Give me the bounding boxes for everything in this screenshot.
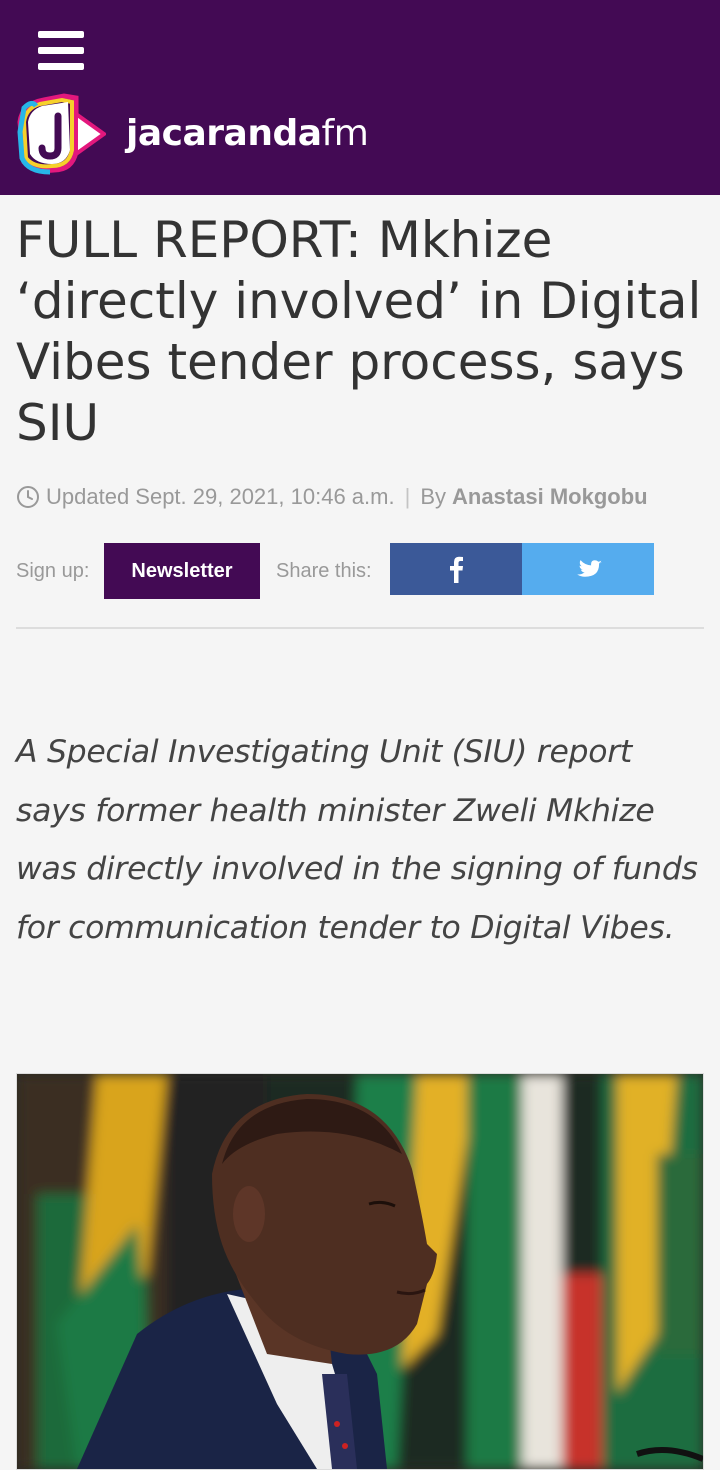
by-label: By xyxy=(420,484,446,509)
hamburger-menu-button[interactable] xyxy=(38,30,86,72)
site-logo[interactable]: jacarandafm xyxy=(14,92,369,178)
updated-date: Updated Sept. 29, 2021, 10:46 a.m. xyxy=(46,484,395,509)
share-label: Share this: xyxy=(276,560,372,582)
clock-icon xyxy=(17,486,39,508)
divider xyxy=(16,627,704,629)
site-header: jacarandafm xyxy=(0,0,720,195)
facebook-icon xyxy=(450,556,463,583)
meta-separator: | xyxy=(404,484,411,509)
newsletter-button[interactable]: Newsletter xyxy=(104,543,260,599)
share-bar: Sign up: Newsletter Share this: xyxy=(16,543,706,599)
article-photo-image xyxy=(17,1074,703,1469)
logo-wordmark-light: fm xyxy=(321,112,369,154)
article-title: FULL REPORT: Mkhize ‘directly involved’ … xyxy=(16,211,702,452)
article-meta: Updated Sept. 29, 2021, 10:46 a.m. | By … xyxy=(16,484,706,510)
author-link[interactable]: Anastasi Mokgobu xyxy=(452,484,648,510)
jacaranda-logo-icon xyxy=(17,93,106,175)
menu-bar xyxy=(38,47,84,54)
signup-label: Sign up: xyxy=(16,560,90,582)
article-lead: A Special Investigating Unit (SIU) repor… xyxy=(16,734,698,946)
facebook-share-button[interactable] xyxy=(390,543,522,595)
menu-bar xyxy=(38,31,84,38)
logo-wordmark-bold: jacaranda xyxy=(126,112,322,154)
article-photo[interactable] xyxy=(16,1073,704,1470)
twitter-icon xyxy=(577,560,602,577)
menu-bar xyxy=(38,63,84,70)
twitter-share-button[interactable] xyxy=(522,543,654,595)
logo-wordmark: jacarandafm xyxy=(126,112,369,154)
